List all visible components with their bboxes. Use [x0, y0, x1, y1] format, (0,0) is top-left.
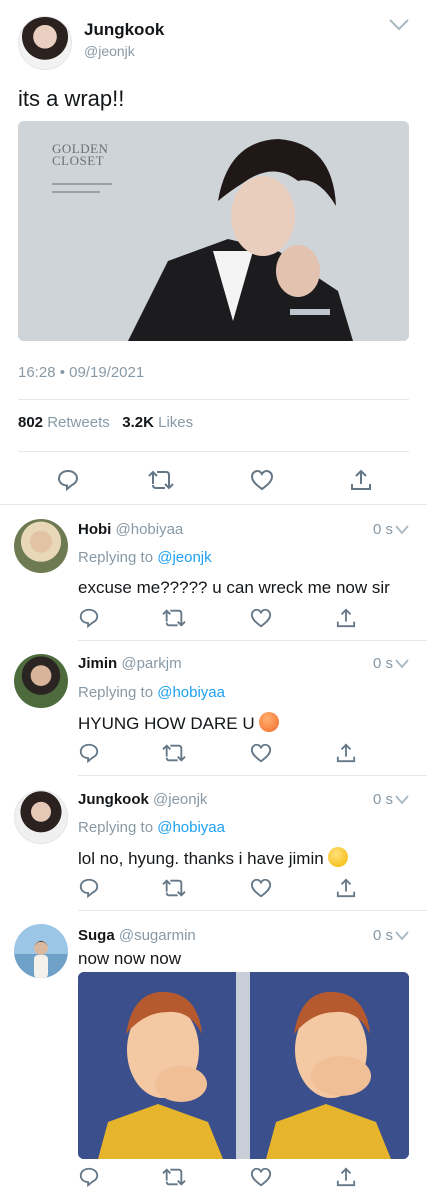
reply-icon[interactable]: [78, 877, 100, 899]
reply-icon[interactable]: [78, 1166, 100, 1188]
share-icon[interactable]: [336, 877, 356, 899]
author-name[interactable]: Jungkook: [84, 20, 164, 40]
reply-text: excuse me????? u can wreck me now sir: [78, 578, 390, 597]
reply-author-handle[interactable]: @sugarmin: [119, 927, 196, 944]
retweets-count[interactable]: 802: [18, 414, 43, 431]
reply-icon[interactable]: [78, 607, 100, 629]
reply-time: 0 s: [373, 521, 409, 538]
reply-actions: [78, 607, 368, 631]
heart-icon[interactable]: [250, 877, 272, 899]
reply-text: lol no, hyung. thanks i have jimin: [78, 847, 348, 869]
avatar[interactable]: [14, 654, 68, 708]
reply-author-handle[interactable]: @jeonjk: [153, 791, 207, 808]
reply-time: 0 s: [373, 655, 409, 672]
reply-icon[interactable]: [56, 468, 80, 492]
tweet-photo[interactable]: GOLDEN CLOSET: [18, 121, 409, 341]
share-icon[interactable]: [350, 468, 372, 492]
retweet-icon[interactable]: [162, 742, 186, 764]
reply-author-name[interactable]: Hobi: [78, 521, 111, 538]
replying-prefix: Replying to: [78, 684, 154, 701]
tweet-stats: 802 Retweets 3.2K Likes: [18, 414, 193, 431]
replying-to: Replying to @hobiyaa: [78, 819, 225, 836]
tweet-actions: [18, 462, 409, 498]
heart-icon[interactable]: [250, 468, 274, 492]
reply-author-name[interactable]: Jimin: [78, 655, 117, 672]
reply-time-text: 0 s: [372, 655, 393, 672]
tweet-text: its a wrap!!: [18, 86, 125, 111]
divider: [18, 451, 409, 452]
retweets-label[interactable]: Retweets: [47, 414, 110, 431]
angry-face-icon: [258, 712, 279, 732]
reply-author[interactable]: Jimin @parkjm: [78, 655, 182, 672]
reply-author-handle[interactable]: @parkjm: [121, 655, 181, 672]
reply-author[interactable]: Jungkook @jeonjk: [78, 791, 207, 808]
tweet-timestamp[interactable]: 16:28 • 09/19/2021: [18, 364, 144, 381]
reply-text: HYUNG HOW DARE U: [78, 712, 279, 734]
reply-time: 0 s: [373, 791, 409, 808]
reply-text: now now now: [78, 949, 182, 968]
reply-author[interactable]: Suga @sugarmin: [78, 927, 196, 944]
chevron-down-icon[interactable]: [395, 525, 409, 535]
replying-to-link[interactable]: @hobiyaa: [157, 684, 225, 701]
reply-actions: [78, 877, 368, 901]
reply-author-handle[interactable]: @hobiyaa: [116, 521, 184, 538]
author-handle[interactable]: @jeonjk: [84, 43, 135, 59]
reply-tweet[interactable]: Suga @sugarmin 0 s now now now: [0, 911, 427, 1200]
replying-to: Replying to @jeonjk: [78, 549, 212, 566]
share-icon[interactable]: [336, 742, 356, 764]
retweet-icon[interactable]: [148, 468, 174, 492]
likes-count[interactable]: 3.2K: [122, 414, 154, 431]
chevron-down-icon[interactable]: [388, 18, 410, 32]
avatar[interactable]: [14, 924, 68, 978]
photo-caption: GOLDEN CLOSET: [52, 142, 108, 168]
reply-time-text: 0 s: [372, 791, 393, 808]
reply-text-content: HYUNG HOW DARE U: [78, 714, 255, 733]
avatar[interactable]: [18, 16, 72, 70]
replying-prefix: Replying to: [78, 549, 154, 566]
reply-text-content: lol no, hyung. thanks i have jimin: [78, 849, 324, 868]
reply-tweet[interactable]: Hobi @hobiyaa 0 s Replying to @jeonjk ex…: [0, 505, 427, 640]
retweet-icon[interactable]: [162, 877, 186, 899]
reply-tweet[interactable]: Jungkook @jeonjk 0 s Replying to @hobiya…: [0, 776, 427, 910]
reply-author-name[interactable]: Suga: [78, 927, 115, 944]
reply-time: 0 s: [373, 927, 409, 944]
reply-time-text: 0 s: [372, 927, 393, 944]
replying-to-link[interactable]: @hobiyaa: [157, 819, 225, 836]
divider: [18, 399, 409, 400]
heart-icon[interactable]: [250, 1166, 272, 1188]
heart-icon[interactable]: [250, 742, 272, 764]
chevron-down-icon[interactable]: [395, 795, 409, 805]
avatar[interactable]: [14, 519, 68, 573]
photo-caption-line: CLOSET: [52, 153, 105, 168]
reply-author-name[interactable]: Jungkook: [78, 791, 149, 808]
replying-prefix: Replying to: [78, 819, 154, 836]
reply-time-text: 0 s: [372, 521, 393, 538]
avatar[interactable]: [14, 790, 68, 844]
chevron-down-icon[interactable]: [395, 659, 409, 669]
reply-actions: [78, 1166, 368, 1190]
heart-icon[interactable]: [250, 607, 272, 629]
share-icon[interactable]: [336, 607, 356, 629]
likes-label[interactable]: Likes: [158, 414, 193, 431]
replying-to-link[interactable]: @jeonjk: [157, 549, 211, 566]
reply-author[interactable]: Hobi @hobiyaa: [78, 521, 183, 538]
retweet-icon[interactable]: [162, 1166, 186, 1188]
meme-image[interactable]: [78, 972, 409, 1159]
share-icon[interactable]: [336, 1166, 356, 1188]
reply-icon[interactable]: [78, 742, 100, 764]
reply-tweet[interactable]: Jimin @parkjm 0 s Replying to @hobiyaa H…: [0, 641, 427, 775]
chevron-down-icon[interactable]: [395, 931, 409, 941]
replying-to: Replying to @hobiyaa: [78, 684, 225, 701]
winking-face-with-tongue-icon: [327, 847, 348, 867]
reply-actions: [78, 742, 368, 766]
retweet-icon[interactable]: [162, 607, 186, 629]
